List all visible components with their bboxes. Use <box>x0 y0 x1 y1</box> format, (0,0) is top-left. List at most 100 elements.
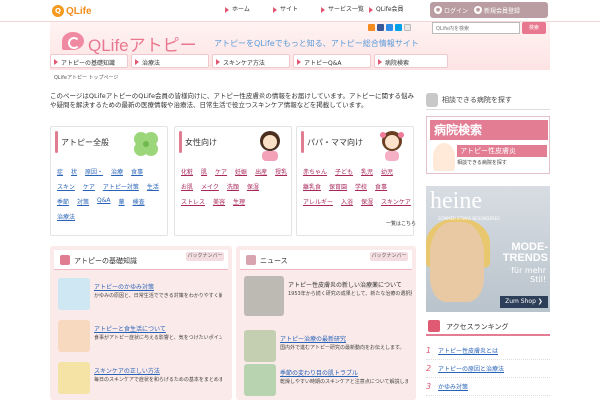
list-item[interactable]: 季節の変わり目の肌トラブル 乾燥しやすい時期のスキンケアと注意点について解説しま… <box>244 364 408 400</box>
rank-link[interactable]: アトピーの原因と治療法 <box>438 364 504 373</box>
category-link[interactable]: 学校 <box>355 182 367 191</box>
category-link[interactable]: 季節 <box>57 197 69 206</box>
entry-title[interactable]: スキンケアの正しい方法 <box>94 366 160 375</box>
breadcrumb: QLifeアトピー トップページ <box>54 75 119 81</box>
category-link[interactable]: 洗顔 <box>227 182 239 191</box>
section-title: ニュース <box>260 257 288 265</box>
login-button[interactable]: ● ログイン <box>434 6 468 15</box>
hospital-search-header[interactable]: 相談できる病院を探す <box>426 90 550 110</box>
twitter-icon[interactable] <box>395 24 402 31</box>
top-link-3[interactable]: サービス一覧 <box>318 4 366 17</box>
category-link[interactable]: 幼児 <box>381 167 393 176</box>
qlife-logo[interactable]: Q QLife <box>52 3 94 19</box>
backnumber-button[interactable]: バックナンバー <box>186 252 224 261</box>
category-link[interactable]: アレルギー <box>303 197 333 206</box>
category-link[interactable]: 妊娠 <box>235 167 247 176</box>
list-item[interactable]: アトピーと食生活について 食事がアトピー症状に与える影響と、気をつけたいポイント… <box>58 320 222 360</box>
top-link-4[interactable]: QLife会員 <box>366 4 414 17</box>
entry-title[interactable]: アトピーと食生活について <box>94 324 166 333</box>
category-link[interactable]: 出産 <box>255 167 267 176</box>
category-link[interactable]: 薬 <box>119 197 125 206</box>
top-bar: Q QLife ホーム サイト サービス一覧 QLife会員 ● ログイン ● … <box>0 0 600 22</box>
category-header: アトピー全般 <box>51 127 167 161</box>
category-link[interactable]: 美容 <box>213 197 225 206</box>
category-link[interactable]: 対策 <box>77 197 89 206</box>
banner-subtitle: アトピー性皮膚炎 <box>457 145 547 157</box>
category-link[interactable]: 原因・ <box>85 167 103 176</box>
category-link[interactable]: ケア <box>215 167 227 176</box>
list-item[interactable]: アトピーのかゆみ対策 かゆみの原因と、日常生活でできる対策をわかりやすく解説しま… <box>58 278 222 318</box>
category-link[interactable]: 入浴 <box>341 197 353 206</box>
nav-item-3[interactable]: スキンケア方法 <box>212 54 290 68</box>
nav-item-2[interactable]: 治療法 <box>131 54 209 68</box>
register-label: 新規会員登録 <box>484 7 521 15</box>
category-link[interactable]: スキン <box>57 182 75 191</box>
more-link[interactable]: 一覧はこちら <box>386 220 416 227</box>
entry-title[interactable]: アトピー性皮膚炎の新しい治療薬について <box>288 280 402 289</box>
backnumber-button[interactable]: バックナンバー <box>370 252 408 261</box>
list-item[interactable]: スキンケアの正しい方法 毎日のスキンケアで症状を和らげるための基本をまとめました… <box>58 362 222 400</box>
nav-item-5[interactable]: 病院検索 <box>374 54 448 68</box>
category-link[interactable]: 乳児 <box>361 167 373 176</box>
category-link[interactable]: スキンケア <box>381 197 411 206</box>
category-link[interactable]: 食事 <box>131 167 143 176</box>
entry-title[interactable]: アトピーのかゆみ対策 <box>94 282 154 291</box>
nav-item-4[interactable]: アトピーQ&A <box>293 54 371 68</box>
ranking-title: アクセスランキング <box>446 323 509 331</box>
ad-subline: für mehr Stil! <box>511 266 546 284</box>
category-link[interactable]: 保湿 <box>361 197 373 206</box>
entry-title[interactable]: 季節の変わり目の肌トラブル <box>280 368 358 377</box>
search-input[interactable]: QLife内を検索 <box>432 22 520 34</box>
category-link[interactable]: 治療 <box>111 167 123 176</box>
category-link[interactable]: 保育園 <box>329 182 347 191</box>
category-link[interactable]: 授乳 <box>275 167 287 176</box>
thumbnail-image <box>58 362 90 394</box>
advertisement[interactable]: heine SOMMER ETWAS BESONDERES MODE-TREND… <box>426 186 550 312</box>
hospital-search-banner[interactable]: 病院検索 アトピー性皮膚炎 相談できる病院を探す <box>426 116 550 174</box>
site-title[interactable]: QLifeアトピー <box>88 31 197 56</box>
ranking-item[interactable]: 1 アトピー性皮膚炎とは <box>426 342 550 360</box>
ad-cta-button[interactable]: Zum Shop ❯ <box>500 296 548 308</box>
rank-link[interactable]: アトピー性皮膚炎とは <box>438 346 498 355</box>
top-link-2[interactable]: サイト <box>270 4 318 17</box>
category-link[interactable]: お肌 <box>181 182 193 191</box>
category-link[interactable]: 化粧 <box>181 167 193 176</box>
category-link[interactable]: 保湿 <box>247 182 259 191</box>
category-link[interactable]: 赤ちゃん <box>303 167 327 176</box>
register-button[interactable]: ● 新規会員登録 <box>474 6 520 15</box>
share-icon[interactable] <box>404 24 411 31</box>
category-link[interactable]: 離乳食 <box>303 182 321 191</box>
rank-link[interactable]: かゆみ対策 <box>438 382 468 391</box>
category-link[interactable]: 子ども <box>335 167 353 176</box>
ranking-item[interactable]: 2 アトピーの原因と治療法 <box>426 360 550 378</box>
nav-item-1[interactable]: アトピーの基礎知識 <box>50 54 128 68</box>
crown-icon <box>428 320 440 332</box>
category-link[interactable]: 生理 <box>233 197 245 206</box>
category-link[interactable]: ストレス <box>181 197 205 206</box>
category-link[interactable]: メイク <box>201 182 219 191</box>
entry-title[interactable]: アトピー治療の最新研究 <box>280 334 346 343</box>
category-women: 女性向け 化粧 肌 ケア 妊娠 出産 授乳 お肌 メイク 洗顔 保湿 ストレス … <box>174 126 292 236</box>
category-link[interactable]: アトピー対策 <box>103 182 139 191</box>
list-item[interactable]: アトピー性皮膚炎の新しい治療薬について 1953年から続く研究の成果として、新た… <box>244 276 412 320</box>
category-link[interactable]: Q&A <box>97 197 111 206</box>
ranking-item[interactable]: 3 かゆみ対策 <box>426 378 550 396</box>
category-link[interactable]: 症 <box>57 167 63 176</box>
entry-desc: 毎日のスキンケアで症状を和らげるための基本をまとめました。 <box>94 377 222 383</box>
category-link[interactable]: 検査 <box>133 197 145 206</box>
facebook-icon[interactable] <box>377 24 384 31</box>
section-basics: アトピーの基礎知識 バックナンバー アトピーのかゆみ対策 かゆみの原因と、日常生… <box>50 246 232 400</box>
category-link[interactable]: 食事 <box>375 182 387 191</box>
category-link[interactable]: ケア <box>83 182 95 191</box>
category-link[interactable]: 治療法 <box>57 212 75 221</box>
category-links: 赤ちゃん 子ども 乳児 幼児 離乳食 保育園 学校 食事 アレルギー 入浴 保湿… <box>303 167 411 206</box>
thumbnail-image <box>244 330 276 362</box>
bookmark-icon[interactable] <box>386 24 393 31</box>
category-link[interactable]: 肌 <box>201 167 207 176</box>
top-link-1[interactable]: ホーム <box>222 4 270 17</box>
category-link[interactable]: 状 <box>71 167 77 176</box>
search-button[interactable]: 検索 <box>522 22 546 34</box>
rss-icon[interactable] <box>368 24 375 31</box>
category-links: 化粧 肌 ケア 妊娠 出産 授乳 お肌 メイク 洗顔 保湿 ストレス 美容 生理 <box>181 167 289 206</box>
category-link[interactable]: 生活 <box>147 182 159 191</box>
